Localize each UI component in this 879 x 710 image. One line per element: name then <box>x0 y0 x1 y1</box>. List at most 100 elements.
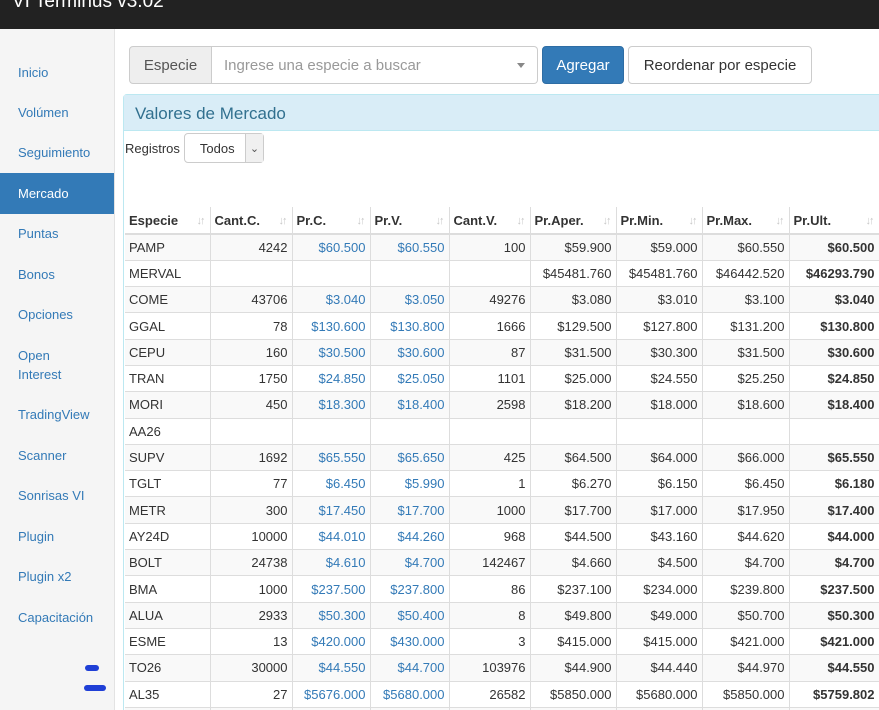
table-cell: $18.000 <box>616 391 703 419</box>
table-cell: $4.610 <box>292 549 371 576</box>
table-cell: COME <box>125 286 211 313</box>
sidebar-item-plugin[interactable]: Plugin <box>0 527 114 546</box>
table-row[interactable]: METR 300 $17.450 $17.700 1000 $17.700 $17.000 $… <box>125 496 879 524</box>
table-cell: MERVAL <box>125 259 211 287</box>
table-cell: $24.550 <box>616 364 703 392</box>
scroll-indicator <box>85 665 99 671</box>
table-cell: $50.700 <box>702 601 790 629</box>
table-row[interactable]: SUPV 1692 $65.550 $65.650 425 $64.500 $64.000 $… <box>125 443 879 471</box>
table-cell: $17.950 <box>702 496 790 524</box>
table-row[interactable]: BOLT 24738 $4.610 $4.700 142467 $4.660 $4.500 $… <box>125 549 879 576</box>
column-header[interactable]: Cant.V. ↓↑ <box>449 207 531 235</box>
sidebar-item-seguimiento[interactable]: Seguimiento <box>0 143 114 162</box>
table-row[interactable]: CEPU 160 $30.500 $30.600 87 $31.500 $30.300 $31… <box>125 338 879 366</box>
column-header[interactable]: Pr.C. ↓↑ <box>292 207 371 235</box>
table-cell: $65.550 <box>292 443 371 471</box>
table-cell: AY24D <box>125 522 211 550</box>
table-cell <box>616 417 703 445</box>
table-cell: $30.600 <box>370 338 450 366</box>
sidebar-item-opciones[interactable]: Opciones <box>0 305 114 324</box>
registros-select[interactable]: Todos ⌄ <box>183 133 264 163</box>
table-cell: $25.000 <box>530 364 617 392</box>
table-cell: 2598 <box>449 391 531 419</box>
sidebar-item-bonos[interactable]: Bonos <box>0 265 114 284</box>
species-search-input[interactable]: Ingrese una especie a buscar <box>212 46 538 84</box>
table-cell <box>210 417 293 445</box>
table-cell: $25.050 <box>370 364 450 392</box>
column-header[interactable]: Pr.Aper. ↓↑ <box>530 207 617 235</box>
sidebar-item-open-interest[interactable]: Open Interest <box>0 346 80 384</box>
table-cell: $64.500 <box>530 443 617 471</box>
column-header[interactable]: Pr.V. ↓↑ <box>370 207 450 235</box>
table-cell: $60.550 <box>370 233 450 261</box>
table-cell: $44.260 <box>370 522 450 550</box>
table-row[interactable]: MERVAL $45481.760 $45481.760 $46442.520 $462… <box>125 259 879 287</box>
table-cell: $60.500 <box>789 233 879 261</box>
sidebar-item-mercado[interactable]: Mercado <box>0 173 114 214</box>
add-button[interactable]: Agregar <box>542 46 624 84</box>
sort-icon[interactable]: ↓↑ <box>517 215 526 227</box>
table-row[interactable]: TO26 30000 $44.550 $44.700 103976 $44.900 $44.… <box>125 654 879 682</box>
sort-icon[interactable]: ↓↑ <box>279 215 288 227</box>
column-header[interactable]: Pr.Max. ↓↑ <box>702 207 790 235</box>
table-cell: $5680.000 <box>616 680 703 708</box>
table-cell <box>370 259 450 287</box>
column-header[interactable]: Especie ↓↑ <box>125 207 211 235</box>
sort-icon[interactable]: ↓↑ <box>357 215 366 227</box>
table-cell <box>702 417 790 445</box>
table-row[interactable]: GGAL 78 $130.600 $130.800 1666 $129.500 $127.8… <box>125 312 879 340</box>
reorder-button[interactable]: Reordenar por especie <box>628 46 812 84</box>
sidebar-item-sonrisas-vi[interactable]: Sonrisas VI <box>0 486 114 505</box>
sort-icon[interactable]: ↓↑ <box>436 215 445 227</box>
table-row[interactable]: ALUA 2933 $50.300 $50.400 8 $49.800 $49.000 $50… <box>125 601 879 629</box>
table-row[interactable]: AA26 <box>125 417 879 445</box>
table-cell: $17.700 <box>370 496 450 524</box>
table-row[interactable]: PAMP 4242 $60.500 $60.550 100 $59.900 $59.000 $… <box>125 233 879 261</box>
table-cell: $25.250 <box>702 364 790 392</box>
table-cell: 87 <box>449 338 531 366</box>
table-cell: 1 <box>449 470 531 497</box>
sidebar-item-capacitacion[interactable]: Capacitación <box>0 608 114 627</box>
table-cell: $5676.000 <box>292 680 371 708</box>
table-row[interactable]: AL35 27 $5676.000 $5680.000 26582 $5850.000 $5… <box>125 680 879 708</box>
table-cell: $17.400 <box>789 496 879 524</box>
registros-value: Todos <box>199 141 235 156</box>
table-cell: AL35 <box>125 680 211 708</box>
sort-icon[interactable]: ↓↑ <box>866 215 875 227</box>
chevron-down-icon[interactable] <box>517 63 525 68</box>
sort-icon[interactable]: ↓↑ <box>776 215 785 227</box>
table-row[interactable]: COME 43706 $3.040 $3.050 49276 $3.080 $3.010 $3… <box>125 286 879 313</box>
scroll-indicator <box>84 685 106 691</box>
app-header: VI Terminus v3.02 <box>0 0 879 29</box>
table-cell: 1692 <box>210 443 293 471</box>
table-row[interactable]: AY24D 10000 $44.010 $44.260 968 $44.500 $43.16… <box>125 522 879 550</box>
table-cell: 43706 <box>210 286 293 313</box>
table-cell: $127.800 <box>616 312 703 340</box>
table-row[interactable]: TRAN 1750 $24.850 $25.050 1101 $25.000 $24.550… <box>125 364 879 392</box>
table-cell: $237.100 <box>530 575 617 603</box>
column-header-label: Pr.Aper. <box>534 212 584 228</box>
panel-title: Valores de Mercado <box>124 95 879 131</box>
table-cell: METR <box>125 496 211 524</box>
table-cell: $3.080 <box>530 286 617 313</box>
table-row[interactable]: MORI 450 $18.300 $18.400 2598 $18.200 $18.000 $… <box>125 391 879 419</box>
chevron-down-icon[interactable]: ⌄ <box>244 134 263 162</box>
registros-label: Registros <box>125 140 180 156</box>
column-header[interactable]: Pr.Min. ↓↑ <box>616 207 703 235</box>
table-row[interactable]: BMA 1000 $237.500 $237.800 86 $237.100 $234.00… <box>125 575 879 603</box>
sort-icon[interactable]: ↓↑ <box>197 215 206 227</box>
sidebar-item-scanner[interactable]: Scanner <box>0 446 114 465</box>
sort-icon[interactable]: ↓↑ <box>689 215 698 227</box>
sidebar-item-puntas[interactable]: Puntas <box>0 224 114 243</box>
sidebar-item-plugin-x2[interactable]: Plugin x2 <box>0 567 114 586</box>
sort-icon[interactable]: ↓↑ <box>603 215 612 227</box>
sidebar-item-inicio[interactable]: Inicio <box>0 63 114 82</box>
column-header[interactable]: Pr.Ult. ↓↑ <box>789 207 879 235</box>
sidebar-item-volumen[interactable]: Volúmen <box>0 103 114 122</box>
table-row[interactable]: ESME 13 $420.000 $430.000 3 $415.000 $415.000 $… <box>125 627 879 655</box>
column-header[interactable]: Cant.C. ↓↑ <box>210 207 293 235</box>
table-row[interactable]: TGLT 77 $6.450 $5.990 1 $6.270 $6.150 $6.450 $6.… <box>125 470 879 497</box>
table-cell: 77 <box>210 470 293 497</box>
table-cell: $44.550 <box>292 654 371 682</box>
sidebar-item-tradingview[interactable]: TradingView <box>0 405 114 424</box>
